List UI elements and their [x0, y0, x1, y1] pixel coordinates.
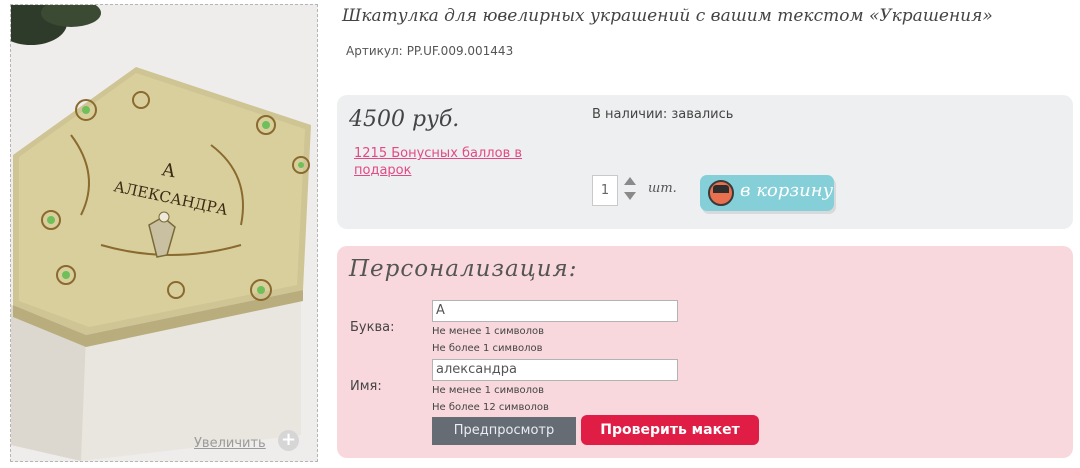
sku-value: PP.UF.009.001443 — [406, 44, 514, 58]
product-title: Шкатулка для ювелирных украшений с вашим… — [342, 6, 993, 26]
product-photo[interactable]: А АЛЕКСАНДРА — [11, 5, 317, 461]
letter-field-label: Буква: — [350, 320, 395, 335]
zoom-link[interactable]: Увеличить — [194, 436, 266, 451]
letter-hint-max: Не более 1 символов — [432, 343, 543, 354]
plus-circle-icon[interactable]: + — [278, 430, 299, 451]
quantity-input[interactable]: 1 — [592, 175, 618, 206]
add-to-cart-label: в корзину — [740, 180, 834, 201]
sku-label: Артикул: — [346, 44, 403, 58]
bonus-points-link[interactable]: 1215 Бонусных баллов в подарок — [354, 145, 539, 179]
name-hint-max: Не более 12 символов — [432, 402, 549, 413]
product-image-frame[interactable]: А АЛЕКСАНДРА Увеличить + — [10, 4, 318, 462]
check-layout-button[interactable]: Проверить макет — [581, 415, 759, 445]
preview-button[interactable]: Предпросмотр — [432, 417, 576, 445]
quantity-stepper[interactable] — [622, 174, 638, 206]
personalization-panel: Персонализация: Буква: А Не менее 1 симв… — [337, 246, 1073, 458]
add-to-cart-button[interactable]: в корзину — [700, 175, 834, 211]
purchase-panel: 4500 руб. 1215 Бонусных баллов в подарок… — [337, 95, 1073, 229]
personalization-title: Персонализация: — [349, 256, 578, 282]
arrow-up-icon[interactable] — [624, 177, 636, 185]
name-hint-min: Не менее 1 символов — [432, 385, 545, 396]
letter-hint-min: Не менее 1 символов — [432, 326, 545, 337]
arrow-down-icon[interactable] — [624, 192, 636, 200]
stock-status: В наличии: завались — [592, 107, 734, 122]
letter-field[interactable]: А — [432, 300, 678, 322]
name-field[interactable]: александра — [432, 359, 678, 381]
price: 4500 руб. — [349, 107, 460, 132]
quantity-unit: шт. — [648, 181, 677, 196]
name-field-label: Имя: — [350, 379, 382, 394]
product-sku: Артикул: PP.UF.009.001443 — [342, 44, 513, 58]
cart-icon — [708, 180, 734, 206]
